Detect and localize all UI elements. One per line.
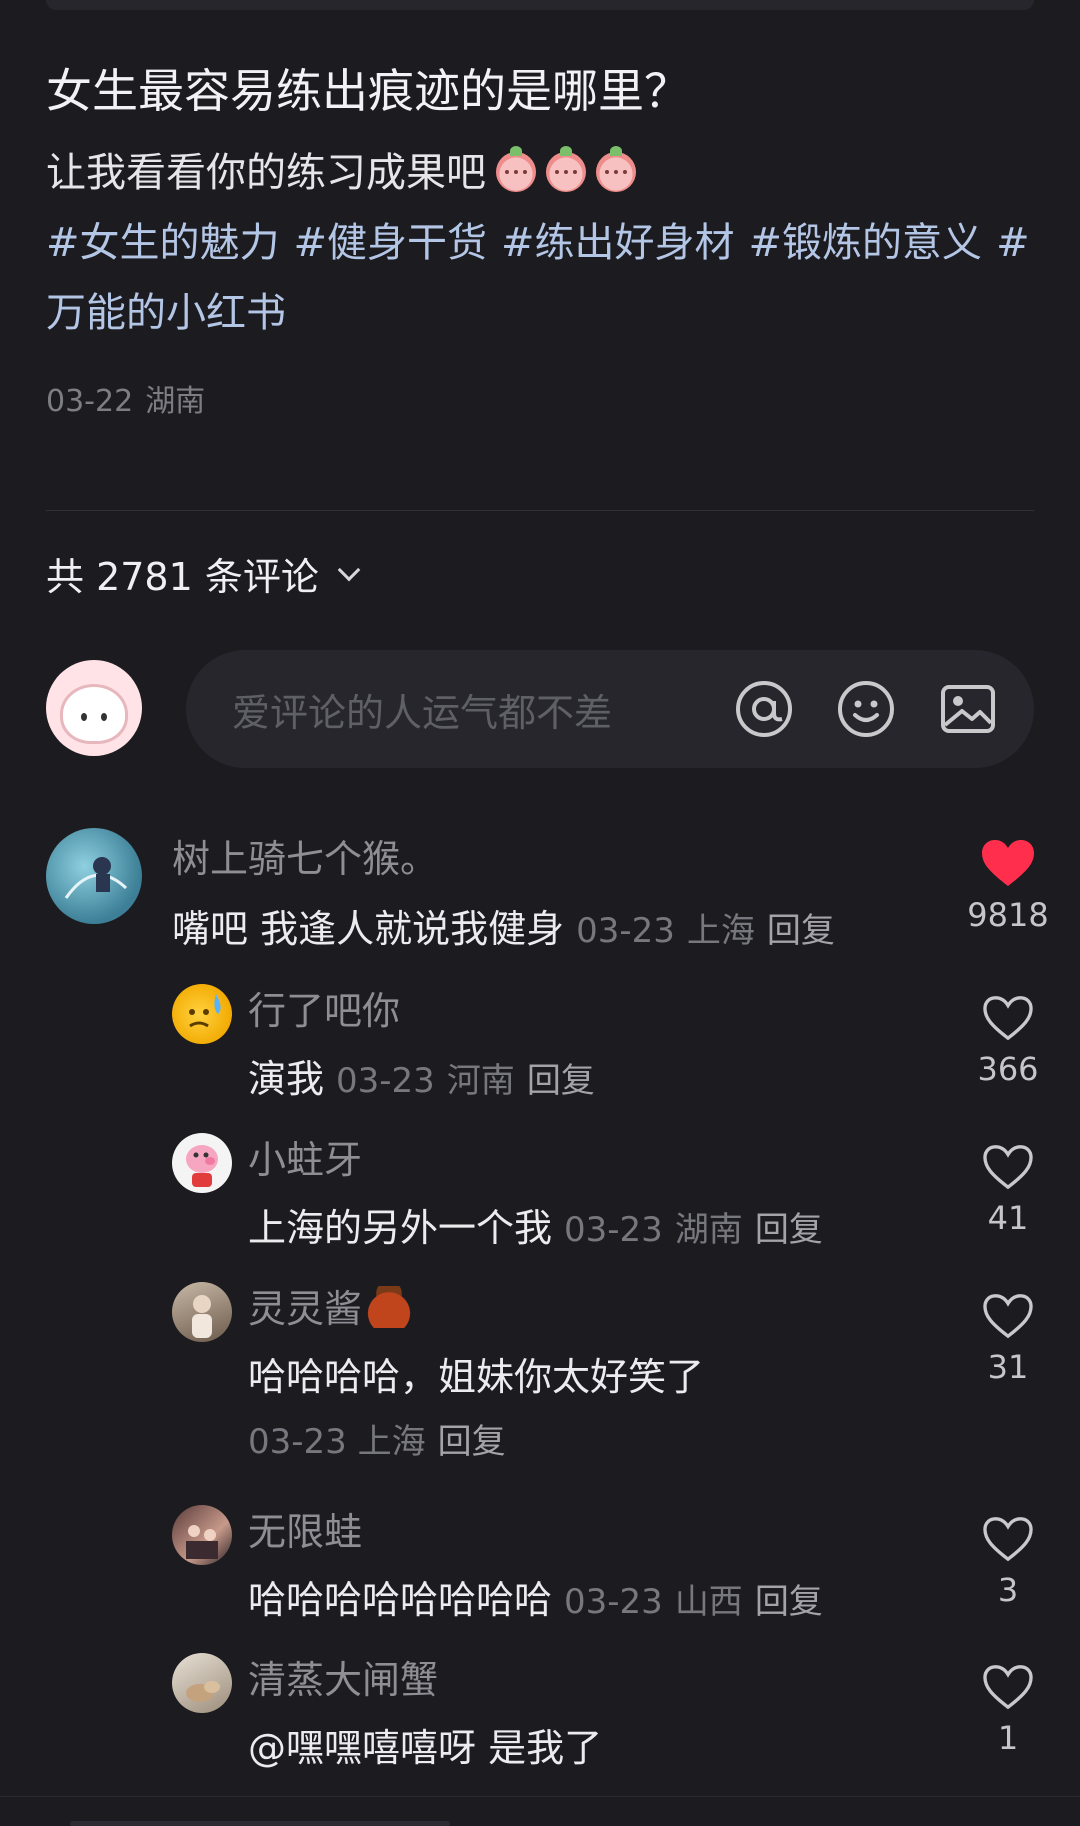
comment-text: 嘴吧 我逢人就说我健身 03-23 上海 回复 — [172, 898, 835, 953]
comment-text: 上海的另外一个我 03-23 湖南 回复 — [248, 1197, 823, 1252]
comment-author[interactable]: 无限蛙 — [248, 1501, 362, 1556]
comment-text: @嘿嘿嘻嘻呀 是我了 — [248, 1717, 602, 1772]
hashtag-link[interactable]: #健身干货 — [294, 220, 488, 266]
avatar-character — [60, 684, 128, 744]
avatar[interactable] — [172, 1282, 232, 1342]
like-count: 31 — [987, 1348, 1029, 1386]
comment-date: 03-23 — [564, 1582, 663, 1622]
comment-body: 哈哈哈哈，姐妹你太好笑了 — [248, 1355, 705, 1399]
comment-body: 哈哈哈哈哈哈哈哈 — [248, 1578, 553, 1622]
comment-author[interactable]: 行了吧你 — [248, 980, 400, 1035]
comment-date: 03-23 — [336, 1061, 435, 1101]
comment-author[interactable]: 灵灵酱 — [248, 1278, 413, 1333]
comment-author[interactable]: 小蛀牙 — [248, 1129, 362, 1184]
avatar[interactable] — [172, 984, 232, 1044]
comment-body: 上海的另外一个我 — [248, 1206, 553, 1250]
top-bar-edge — [46, 0, 1034, 10]
comment-count-toggle[interactable]: 共 2781 条评论 — [46, 546, 361, 601]
avatar[interactable] — [172, 1505, 232, 1565]
comment-body: 演我 — [248, 1057, 325, 1101]
comment-text: 演我 03-23 河南 回复 — [248, 1048, 595, 1103]
comment-location: 湖南 — [674, 1210, 743, 1250]
comment-text: 哈哈哈哈哈哈哈哈 03-23 山西 回复 — [248, 1569, 823, 1624]
comment-date: 03-23 — [576, 911, 675, 951]
comment-date: 03-23 — [564, 1210, 663, 1250]
heart-filled-icon — [982, 840, 1034, 886]
my-avatar[interactable] — [46, 660, 142, 756]
comment-location: 上海 — [686, 911, 755, 951]
chevron-down-icon — [337, 558, 361, 581]
peach-face-icon — [596, 146, 636, 192]
like-count: 3 — [997, 1571, 1019, 1609]
comment-author[interactable]: 清蒸大闸蟹 — [248, 1649, 438, 1704]
like-button[interactable]: 31 — [966, 1292, 1050, 1386]
like-button[interactable]: 1 — [966, 1663, 1050, 1757]
comment-location: 山西 — [674, 1582, 743, 1622]
hashtag-link[interactable]: #女生的魅力 — [46, 220, 280, 266]
chestnut-emoji-icon — [366, 1286, 413, 1328]
like-button[interactable]: 366 — [966, 994, 1050, 1088]
post-date: 03-22 — [46, 384, 134, 419]
emoji-icon[interactable] — [836, 679, 896, 739]
like-count: 41 — [987, 1199, 1029, 1237]
like-count: 9818 — [967, 896, 1049, 934]
comment-author-name: 灵灵酱 — [248, 1287, 363, 1331]
heart-outline-icon — [983, 1294, 1033, 1339]
like-count: 366 — [977, 1050, 1039, 1088]
like-button[interactable]: 9818 — [966, 838, 1050, 934]
comment-location: 上海 — [357, 1422, 426, 1462]
section-divider — [46, 510, 1034, 511]
comment-location: 河南 — [446, 1061, 515, 1101]
post-meta: 03-22 湖南 — [46, 376, 1034, 420]
image-icon[interactable] — [938, 679, 998, 739]
post-location: 湖南 — [145, 384, 206, 419]
peach-face-icon — [546, 146, 586, 192]
comment-count-label: 共 2781 条评论 — [46, 555, 319, 599]
like-button[interactable]: 41 — [966, 1143, 1050, 1237]
comment-text: 哈哈哈哈，姐妹你太好笑了 — [248, 1346, 704, 1401]
heart-outline-icon — [983, 996, 1033, 1041]
post-content: 女生最容易练出痕迹的是哪里？ 让我看看你的练习成果吧 #女生的魅力 #健身干货 #练… — [46, 58, 1034, 420]
reply-button[interactable]: 回复 — [438, 1422, 506, 1462]
post-title: 女生最容易练出痕迹的是哪里？ — [46, 64, 690, 118]
avatar[interactable] — [46, 828, 142, 924]
avatar[interactable] — [172, 1133, 232, 1193]
reply-button[interactable]: 回复 — [755, 1210, 823, 1250]
heart-outline-icon — [983, 1665, 1033, 1710]
hashtag-list: #女生的魅力 #健身干货 #练出好身材 #锻炼的意义 #万能的小红书 — [46, 208, 1034, 348]
heart-outline-icon — [983, 1145, 1033, 1190]
reply-button[interactable]: 回复 — [527, 1061, 595, 1101]
post-body: 让我看看你的练习成果吧 — [46, 138, 1034, 208]
comment-input-placeholder: 爱评论的人运气都不差 — [232, 690, 613, 735]
reply-button[interactable]: 回复 — [767, 911, 835, 951]
comment-body: @嘿嘿嘻嘻呀 是我了 — [248, 1726, 603, 1770]
comment-body: 嘴吧 我逢人就说我健身 — [172, 907, 565, 951]
avatar[interactable] — [172, 1653, 232, 1713]
hashtag-link[interactable]: #锻炼的意义 — [749, 220, 983, 266]
peach-face-icon — [496, 146, 536, 192]
comment-input[interactable]: 爱评论的人运气都不差 — [186, 650, 1034, 768]
comment-date: 03-23 — [248, 1422, 347, 1462]
heart-outline-icon — [983, 1517, 1033, 1562]
post-body-text: 让我看看你的练习成果吧 — [46, 150, 486, 196]
hashtag-link[interactable]: #练出好身材 — [501, 220, 735, 266]
comment-author[interactable]: 树上骑七个猴。 — [172, 828, 438, 883]
like-count: 1 — [997, 1719, 1019, 1757]
at-icon[interactable] — [734, 679, 794, 739]
like-button[interactable]: 3 — [966, 1515, 1050, 1609]
comment-meta: 03-23 上海 回复 — [248, 1414, 506, 1463]
bottom-bar-edge — [0, 1796, 1080, 1826]
reply-button[interactable]: 回复 — [755, 1582, 823, 1622]
